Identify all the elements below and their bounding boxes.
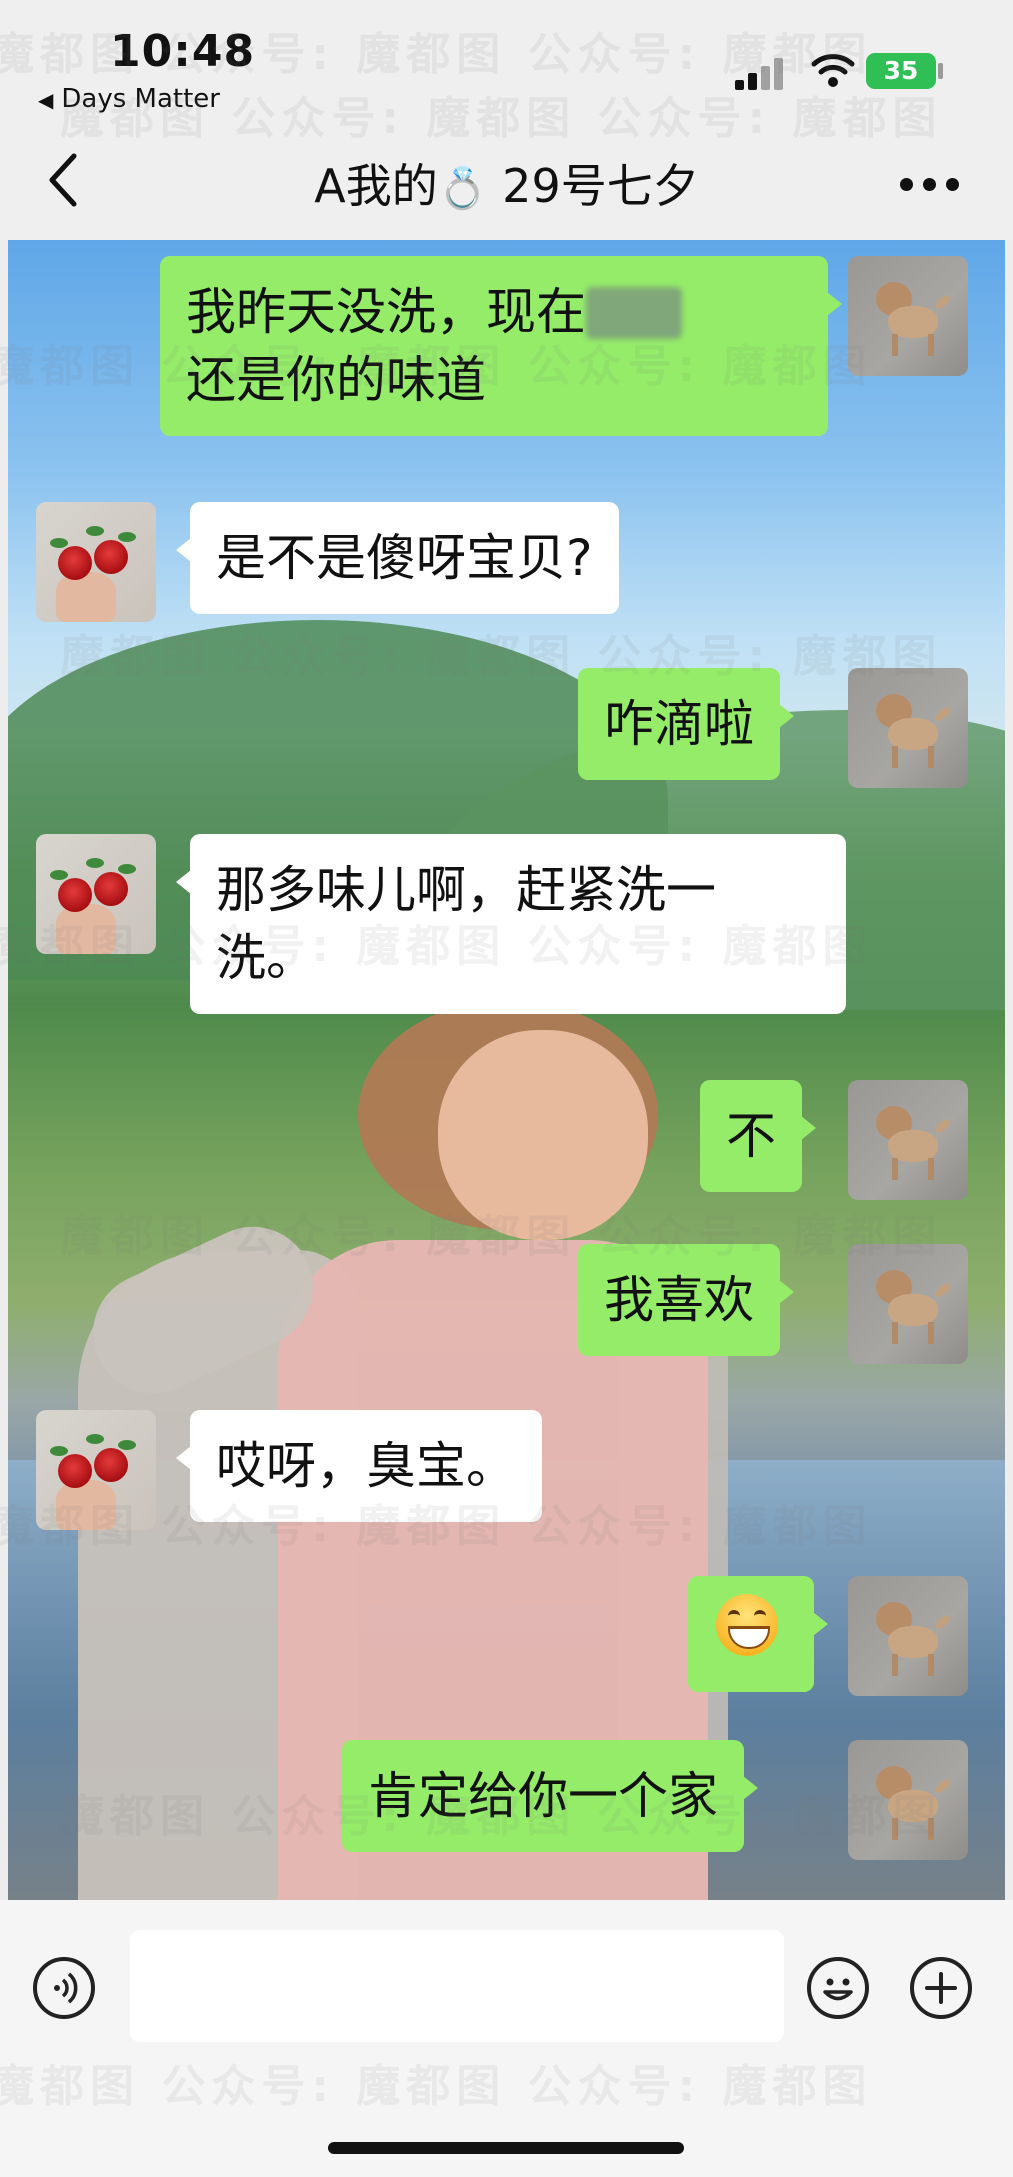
wifi-icon <box>811 54 855 87</box>
message-text: 肯定给你一个家 <box>368 1767 718 1825</box>
back-app-label: Days Matter <box>61 84 220 114</box>
chat-area[interactable]: 我昨天没洗，现在 还是你的味道 是不是傻呀宝贝? 咋滴啦 那多味儿啊，赶紧洗一 … <box>8 240 1005 1900</box>
message-bubble-sent[interactable] <box>688 1576 828 1692</box>
chat-header: A我的💍 29号七夕 <box>0 120 1013 240</box>
message-bubble-sent[interactable]: 不 <box>700 1080 816 1192</box>
message-bubble-sent[interactable]: 肯定给你一个家 <box>342 1740 758 1852</box>
message-text: 那多味儿啊，赶紧洗一 <box>216 861 716 919</box>
emoji-button[interactable] <box>807 1957 869 2019</box>
voice-input-button[interactable] <box>33 1957 95 2019</box>
voice-icon <box>54 1972 78 2004</box>
message-bubble-received[interactable]: 那多味儿啊，赶紧洗一 洗。 <box>176 834 846 1014</box>
more-options-icon[interactable] <box>900 178 960 192</box>
message-bubble-received[interactable]: 是不是傻呀宝贝? <box>176 502 619 614</box>
smiley-icon <box>823 1978 853 2001</box>
clock: 10:48 <box>110 26 256 77</box>
message-text: 我昨天没洗，现在 <box>186 283 586 341</box>
chat-title-prefix: A我的 <box>314 159 438 213</box>
battery-tip <box>938 63 943 79</box>
back-triangle-icon: ◀ <box>38 88 54 112</box>
dog-avatar[interactable] <box>848 1244 968 1364</box>
redacted-text <box>586 287 682 339</box>
background-person-face <box>438 1030 648 1240</box>
dog-avatar[interactable] <box>848 1080 968 1200</box>
message-input[interactable] <box>130 1930 784 2042</box>
chevron-left-icon[interactable] <box>44 150 84 210</box>
chat-title-suffix: 29号七夕 <box>502 159 699 213</box>
rose-avatar[interactable] <box>36 502 156 622</box>
message-text: 还是你的味道 <box>186 351 486 409</box>
battery-icon: 35 <box>866 53 936 89</box>
plus-icon <box>925 1972 957 2004</box>
message-bubble-sent[interactable]: 我喜欢 <box>578 1244 794 1356</box>
message-text: 是不是傻呀宝贝? <box>216 529 593 587</box>
chat-title: A我的💍 29号七夕 <box>200 150 813 216</box>
back-to-app-link[interactable]: ◀ Days Matter <box>38 84 220 114</box>
status-bar: 10:48 ◀ Days Matter 35 <box>0 0 1013 120</box>
grinning-face-icon <box>716 1594 778 1656</box>
message-text: 洗。 <box>216 929 316 987</box>
home-indicator <box>328 2142 684 2154</box>
message-text: 不 <box>726 1107 776 1165</box>
cellular-signal-icon <box>735 58 789 90</box>
input-bar <box>0 1900 1013 2177</box>
message-text: 咋滴啦 <box>604 695 754 753</box>
message-bubble-sent[interactable]: 我昨天没洗，现在 还是你的味道 <box>160 256 842 436</box>
message-text: 我喜欢 <box>604 1271 754 1329</box>
more-actions-button[interactable] <box>910 1957 972 2019</box>
dog-avatar[interactable] <box>848 1740 968 1860</box>
message-bubble-received[interactable]: 哎呀，臭宝。 <box>176 1410 542 1522</box>
dog-avatar[interactable] <box>848 1576 968 1696</box>
battery-level: 35 <box>883 56 919 85</box>
rose-avatar[interactable] <box>36 1410 156 1530</box>
ring-icon: 💍 <box>437 166 488 212</box>
dog-avatar[interactable] <box>848 668 968 788</box>
dog-avatar[interactable] <box>848 256 968 376</box>
rose-avatar[interactable] <box>36 834 156 954</box>
message-bubble-sent[interactable]: 咋滴啦 <box>578 668 794 780</box>
message-text: 哎呀，臭宝。 <box>216 1437 516 1495</box>
